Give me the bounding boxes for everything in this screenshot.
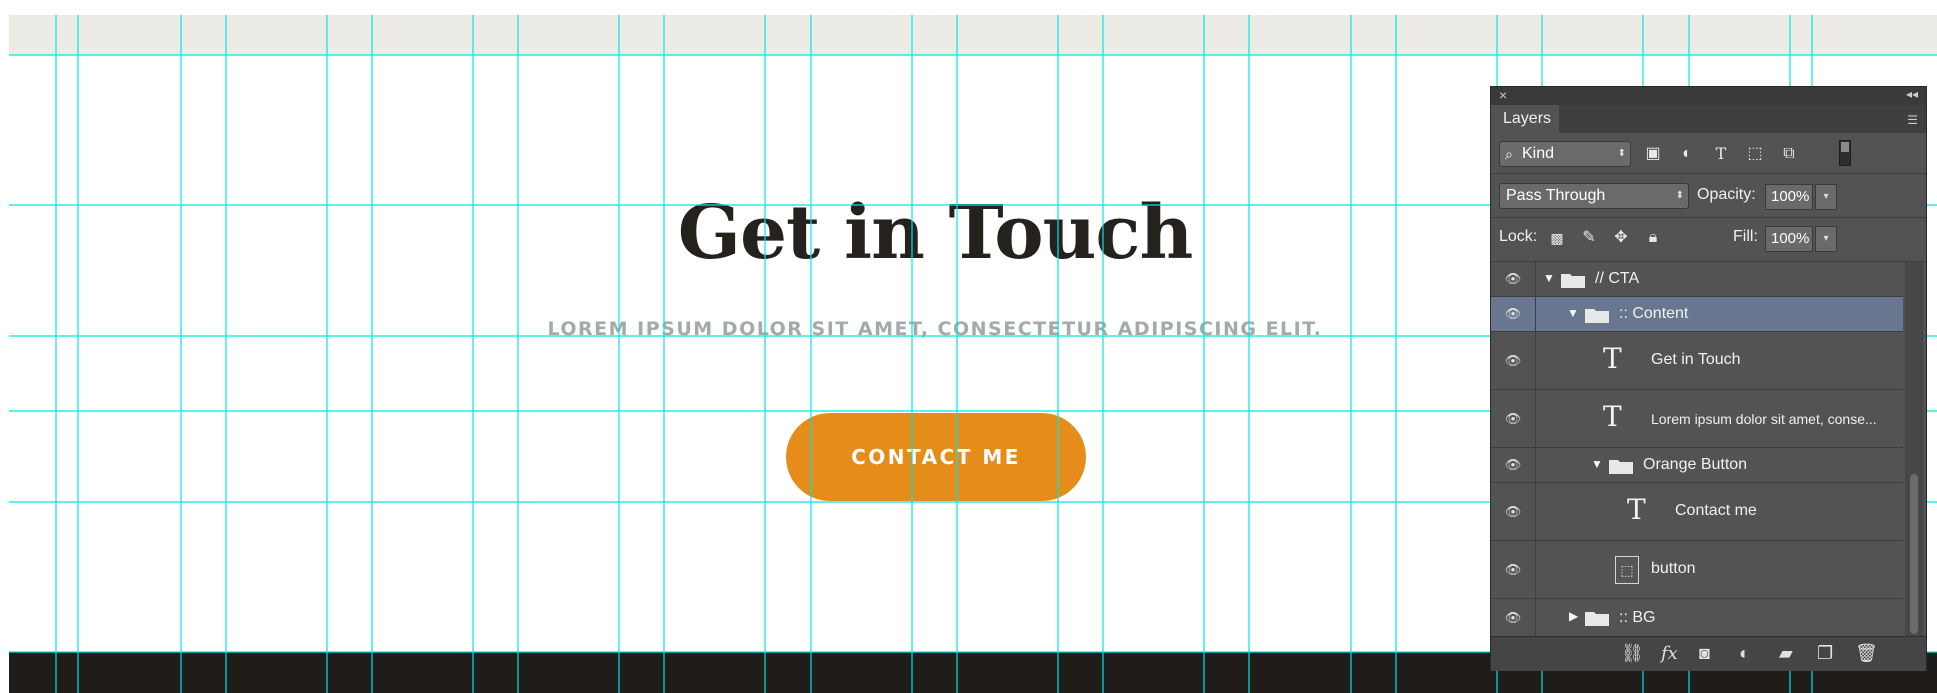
layer-name[interactable]: button [1651,560,1695,578]
folder-icon [1585,309,1609,323]
visibility-eye-icon[interactable]: 👁︎ [1491,541,1536,598]
panel-menu-icon[interactable]: ☰ [1907,113,1918,127]
trash-icon[interactable]: 🗑︎ [1855,643,1878,664]
filter-adjustment-icon[interactable]: ◐ [1675,142,1699,166]
layer-name[interactable]: :: BG [1619,609,1655,627]
folder-icon [1585,612,1609,626]
link-icon[interactable]: ⛓︎ [1621,643,1644,664]
expand-triangle-icon[interactable]: ▼ [1567,306,1579,320]
tab-layers[interactable]: Layers [1491,105,1559,133]
layer-name[interactable]: Orange Button [1643,456,1747,474]
layers-scrollbar[interactable] [1905,262,1923,636]
lock-transparent-icon[interactable]: ▩ [1545,226,1569,250]
layer-row-selected[interactable]: 👁︎ ▼ :: Content [1491,297,1903,332]
shape-layer-thumbnail-icon: ⬚ [1615,556,1639,584]
header-band [9,15,1937,55]
visibility-eye-icon[interactable]: 👁︎ [1491,390,1536,447]
adjustment-icon[interactable]: ◐ [1739,643,1750,664]
filter-kind-value: Kind [1522,145,1555,162]
layer-name[interactable]: Get in Touch [1651,351,1741,369]
blend-mode-select[interactable]: Pass Through ⬍ [1499,183,1689,209]
layer-row[interactable]: 👁︎ ▼ // CTA [1491,262,1903,297]
expand-triangle-icon[interactable]: ▼ [1591,457,1603,471]
layer-row[interactable]: 👁︎ ⬚ button [1491,541,1903,599]
updown-arrows-icon: ⬍ [1675,190,1684,201]
fill-label: Fill: [1733,228,1758,245]
lock-position-icon[interactable]: ✥ [1609,226,1633,250]
filter-type-icon[interactable]: T [1709,142,1733,166]
panel-titlebar: × ◂◂ [1491,87,1926,105]
layers-footer-toolbar: ⛓︎ fx ◙ ◐ ▰ ❐ 🗑︎ [1491,636,1926,671]
text-layer-icon: T [1603,400,1622,433]
opacity-dropdown-button[interactable]: ▾ [1815,184,1837,210]
visibility-eye-icon[interactable]: 👁︎ [1491,599,1536,636]
fx-icon[interactable]: fx [1661,643,1678,664]
layers-list: 👁︎ ▼ // CTA 👁︎ ▼ :: Content 👁︎ T Get in … [1491,262,1903,636]
search-icon: ⌕ [1505,146,1513,162]
visibility-eye-icon[interactable]: 👁︎ [1491,262,1536,296]
layers-panel: × ◂◂ Layers ☰ ⌕ Kind ⬍ ▣ ◐ T ⬚ ⧉ Pass Th… [1490,86,1927,671]
visibility-eye-icon[interactable]: 👁︎ [1491,332,1536,389]
layer-row[interactable]: 👁︎ ▼ Orange Button [1491,448,1903,483]
fill-dropdown-button[interactable]: ▾ [1815,226,1837,252]
layer-row[interactable]: 👁︎ T Get in Touch [1491,332,1903,390]
updown-arrows-icon: ⬍ [1617,148,1626,159]
opacity-label: Opacity: [1697,186,1756,203]
layer-row[interactable]: 👁︎ ▶ :: BG [1491,599,1903,636]
expand-triangle-icon[interactable]: ▼ [1543,271,1555,285]
visibility-eye-icon[interactable]: 👁︎ [1491,297,1536,331]
mask-icon[interactable]: ◙ [1699,643,1710,664]
opacity-field[interactable]: 100% [1765,184,1813,210]
close-icon[interactable]: × [1499,87,1507,103]
text-layer-icon: T [1603,342,1622,375]
scrollbar-thumb[interactable] [1910,474,1918,634]
visibility-eye-icon[interactable]: 👁︎ [1491,448,1536,482]
layer-row[interactable]: 👁︎ T Contact me [1491,483,1903,541]
fill-field[interactable]: 100% [1765,226,1813,252]
new-layer-icon[interactable]: ❐ [1817,643,1833,664]
visibility-eye-icon[interactable]: 👁︎ [1491,483,1536,540]
collapse-triangle-icon[interactable]: ▶ [1569,609,1578,623]
filter-shape-icon[interactable]: ⬚ [1743,142,1767,166]
layer-name[interactable]: // CTA [1595,270,1639,288]
folder-icon [1561,274,1585,288]
folder-icon[interactable]: ▰ [1779,643,1793,664]
blend-mode-value: Pass Through [1506,187,1606,204]
lock-label: Lock: [1499,228,1538,245]
layer-name[interactable]: Contact me [1675,502,1757,520]
text-layer-icon: T [1627,493,1646,526]
lock-all-icon[interactable]: 🔒︎ [1641,226,1665,250]
layer-row[interactable]: 👁︎ T Lorem ipsum dolor sit amet, conse..… [1491,390,1903,448]
filter-pixel-icon[interactable]: ▣ [1641,142,1665,166]
lock-brush-icon[interactable]: ✎ [1577,226,1601,250]
folder-icon [1609,460,1633,474]
filter-smartobject-icon[interactable]: ⧉ [1777,142,1801,166]
panel-tab-row: Layers ☰ [1491,105,1926,133]
collapse-icon[interactable]: ◂◂ [1906,87,1918,101]
layer-name[interactable]: Lorem ipsum dolor sit amet, conse... [1651,411,1877,427]
filter-toggle-switch[interactable] [1839,140,1851,166]
contact-me-button[interactable]: CONTACT ME [786,413,1086,501]
filter-kind-select[interactable]: ⌕ Kind ⬍ [1499,141,1631,167]
layer-name[interactable]: :: Content [1619,305,1688,323]
